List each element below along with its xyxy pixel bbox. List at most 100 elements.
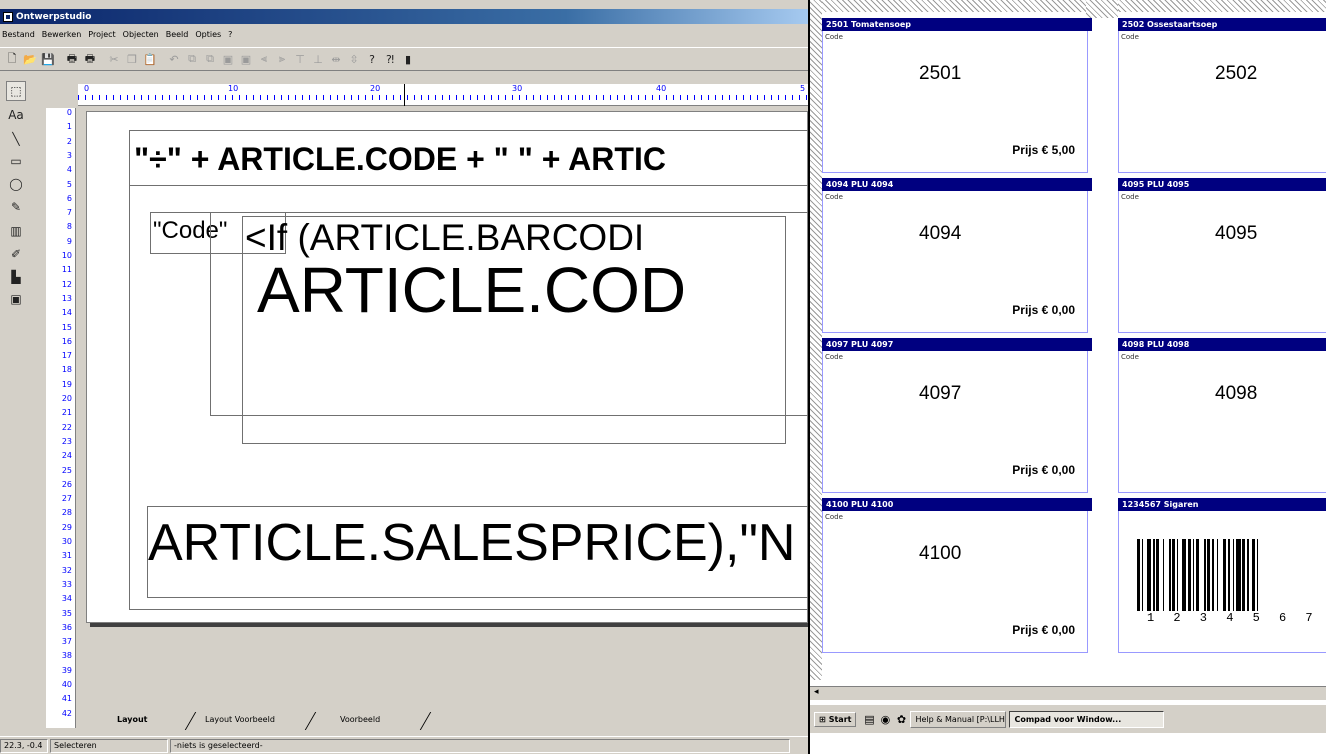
drawing-tool-icon[interactable]: ✎ bbox=[6, 197, 26, 217]
preview-label: 2501 Tomatensoep Code 2501 Prijs € 5,00 bbox=[822, 18, 1092, 178]
open-folder-icon[interactable]: 📂 bbox=[22, 51, 38, 67]
ruler-number: 20 bbox=[370, 84, 381, 93]
ruler-number: 33 bbox=[61, 579, 72, 589]
menu-project[interactable]: Project bbox=[88, 30, 115, 39]
ruler-number: 13 bbox=[61, 293, 72, 303]
menu-bestand[interactable]: Bestand bbox=[2, 30, 35, 39]
code-caption: Code bbox=[825, 353, 843, 361]
status-bar: 22.3, -0.4 Selecteren -niets is geselect… bbox=[0, 736, 808, 754]
ruler-number: 39 bbox=[61, 665, 72, 675]
save-icon[interactable]: 💾 bbox=[40, 51, 56, 67]
task-compad[interactable]: Compad voor Window... bbox=[1009, 710, 1165, 728]
vertical-ruler: 0 1 2 3 4 5 6 7 8 9 10 11 12 13 14 15 16 17 18 19 20 21 22 23 24… bbox=[46, 108, 76, 728]
menu-help[interactable]: ? bbox=[228, 30, 232, 39]
ruler-number: 41 bbox=[61, 694, 72, 704]
bring-front-icon[interactable]: ⧉ bbox=[184, 51, 200, 67]
formatted-text-tool-icon[interactable]: ✐ bbox=[6, 244, 26, 264]
task-help-manual[interactable]: Help & Manual [P:\LLHelp\... bbox=[910, 710, 1007, 728]
help-icon[interactable]: ? bbox=[364, 51, 380, 67]
scroll-left-icon[interactable]: ◂ bbox=[814, 687, 819, 697]
browser-icon[interactable]: ◉ bbox=[878, 712, 892, 726]
space-horizontal-icon[interactable]: ⇹ bbox=[328, 51, 344, 67]
barcode-tool-icon[interactable]: ▥ bbox=[6, 221, 26, 241]
tab-layout[interactable]: Layout bbox=[117, 715, 147, 724]
label-body: Code 4100 Prijs € 0,00 bbox=[822, 511, 1088, 653]
chart-tool-icon[interactable]: ▙ bbox=[6, 267, 26, 287]
ruler-number: 0 bbox=[66, 108, 72, 117]
copy-icon[interactable]: ❐ bbox=[124, 51, 140, 67]
code-field-text: ARTICLE.COD bbox=[257, 254, 687, 326]
align-bottom-icon[interactable]: ⊥ bbox=[310, 51, 326, 67]
title-bar: Ontwerpstudio bbox=[0, 9, 808, 24]
status-coordinates: 22.3, -0.4 bbox=[0, 739, 48, 753]
menu-opties[interactable]: Opties bbox=[195, 30, 221, 39]
price-text: Prijs € 0,00 bbox=[1012, 303, 1075, 317]
context-help-icon[interactable]: ⁈ bbox=[382, 51, 398, 67]
page-margin-gap bbox=[1086, 0, 1118, 18]
design-canvas[interactable]: "÷" + ARTICLE.CODE + " " + ARTIC "Code" … bbox=[78, 107, 808, 722]
print-preview-icon[interactable]: 🖶 bbox=[82, 51, 98, 67]
template-tool-icon[interactable]: ▣ bbox=[6, 289, 26, 309]
menu-beeld[interactable]: Beeld bbox=[166, 30, 189, 39]
show-desktop-icon[interactable]: ▤ bbox=[862, 712, 876, 726]
label-body: Code 2501 Prijs € 5,00 bbox=[822, 31, 1088, 173]
label-page[interactable]: "÷" + ARTICLE.CODE + " " + ARTIC "Code" … bbox=[86, 111, 808, 623]
align-left-icon[interactable]: ⫷ bbox=[256, 51, 272, 67]
menu-bewerken[interactable]: Bewerken bbox=[42, 30, 82, 39]
price-text: Prijs € 5,00 bbox=[1012, 143, 1075, 157]
send-back-icon[interactable]: ⧉ bbox=[202, 51, 218, 67]
ellipse-tool-icon[interactable]: ◯ bbox=[6, 174, 26, 194]
text-tool-icon[interactable]: Aa bbox=[6, 105, 26, 125]
ruler-number: 21 bbox=[61, 408, 72, 418]
start-button[interactable]: ⊞ Start bbox=[814, 711, 857, 727]
label-body: 1 2 3 4 5 6 7 0Prijs € bbox=[1118, 511, 1326, 653]
designer-window: Ontwerpstudio Bestand Bewerken Project O… bbox=[0, 0, 808, 754]
view-tabs: Layout Layout Voorbeeld Voorbeeld bbox=[95, 712, 455, 732]
label-body: Code 4097 Prijs € 0,00 bbox=[822, 351, 1088, 493]
page-margin-top bbox=[810, 0, 1326, 12]
ruler-number: 25 bbox=[61, 465, 72, 475]
paste-icon[interactable]: 📋 bbox=[142, 51, 158, 67]
rectangle-tool-icon[interactable]: ▭ bbox=[6, 151, 26, 171]
tab-layout-voorbeeld[interactable]: Layout Voorbeeld bbox=[205, 715, 275, 724]
new-file-icon[interactable]: 🗋 bbox=[4, 51, 20, 67]
undo-icon[interactable]: ↶ bbox=[166, 51, 182, 67]
code-caption: Code bbox=[1121, 33, 1139, 41]
horizontal-ruler: 0 10 20 30 40 5 bbox=[78, 84, 808, 106]
quicklaunch-icon[interactable]: ✿ bbox=[894, 712, 908, 726]
status-message: -niets is geselecteerd- bbox=[170, 739, 790, 753]
preview-label: 4094 PLU 4094 Code 4094 Prijs € 0,00 bbox=[822, 178, 1092, 338]
code-caption: Code bbox=[825, 33, 843, 41]
header-text-frame[interactable]: "÷" + ARTICLE.CODE + " " + ARTIC bbox=[129, 130, 808, 186]
ungroup-icon[interactable]: ▣ bbox=[238, 51, 254, 67]
ruler-number: 32 bbox=[61, 565, 72, 575]
preview-label: 4098 PLU 4098Code4098Prijs € bbox=[1118, 338, 1326, 498]
ruler-number: 17 bbox=[61, 351, 72, 361]
label-header: 4097 PLU 4097 bbox=[822, 338, 1092, 351]
ruler-number: 16 bbox=[61, 336, 72, 346]
ruler-number: 36 bbox=[61, 622, 72, 632]
code-caption: Code bbox=[825, 513, 843, 521]
align-top-icon[interactable]: ⊤ bbox=[292, 51, 308, 67]
code-caption: Code bbox=[1121, 193, 1139, 201]
app-icon bbox=[3, 11, 13, 22]
ruler-number: 31 bbox=[61, 551, 72, 561]
preview-scrollbar[interactable]: ◂ bbox=[810, 686, 1326, 700]
group-icon[interactable]: ▣ bbox=[220, 51, 236, 67]
toolbar-separator bbox=[58, 51, 62, 67]
print-icon[interactable]: 🖶 bbox=[64, 51, 80, 67]
select-tool-icon[interactable]: ⬚ bbox=[6, 81, 26, 101]
menu-objecten[interactable]: Objecten bbox=[123, 30, 159, 39]
ruler-number: 29 bbox=[61, 522, 72, 532]
line-tool-icon[interactable]: ╲ bbox=[6, 129, 26, 149]
label-header: 4094 PLU 4094 bbox=[822, 178, 1092, 191]
price-text-frame[interactable]: ARTICLE.SALESPRICE),"N bbox=[147, 506, 808, 598]
tab-voorbeeld[interactable]: Voorbeeld bbox=[340, 715, 380, 724]
cut-icon[interactable]: ✂ bbox=[106, 51, 122, 67]
align-right-icon[interactable]: ⫸ bbox=[274, 51, 290, 67]
exit-icon[interactable]: ▮ bbox=[400, 51, 416, 67]
code-field-frame[interactable]: <If (ARTICLE.BARCODI ARTICLE.COD bbox=[242, 216, 786, 444]
space-vertical-icon[interactable]: ⇳ bbox=[346, 51, 362, 67]
ruler-number: 6 bbox=[66, 193, 72, 203]
code-value: 4094 bbox=[919, 223, 962, 244]
